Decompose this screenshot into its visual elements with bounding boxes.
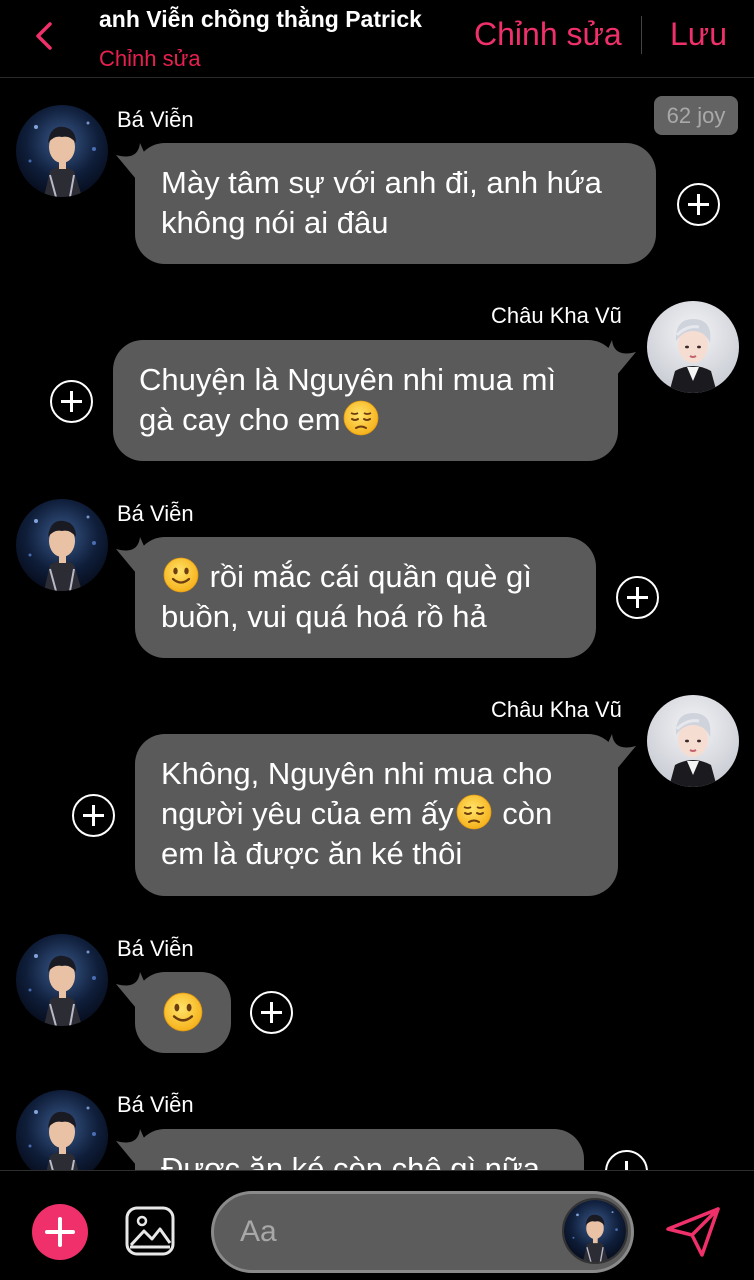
add-reaction-button[interactable] <box>50 380 93 423</box>
sender-name: Châu Kha Vũ <box>491 303 622 328</box>
avatar[interactable] <box>647 301 739 393</box>
send-button[interactable] <box>664 1205 722 1259</box>
sender-name: Châu Kha Vũ <box>491 697 622 722</box>
avatar-image <box>16 1090 108 1170</box>
character-avatar-button[interactable] <box>562 1198 628 1264</box>
sender-name: Bá Viễn <box>117 107 194 132</box>
add-reaction-button[interactable] <box>616 576 659 619</box>
message-list[interactable]: 62 joy Bá Viễn Mày tâm sự với anh đi, an… <box>0 79 754 1170</box>
avatar-image <box>16 105 108 197</box>
chat-title: anh Viễn chồng thằng Patrick <box>99 6 422 32</box>
avatar[interactable] <box>647 695 739 787</box>
avatar-image <box>16 499 108 591</box>
message-input-box <box>211 1191 634 1273</box>
slightly-smiling-face-emoji <box>163 992 203 1032</box>
composer-bar <box>0 1170 754 1280</box>
sender-name: Bá Viễn <box>117 1092 194 1117</box>
message-bubble[interactable]: Không, Nguyên nhi mua cho người yêu của … <box>135 734 618 896</box>
message-bubble[interactable]: rồi mắc cái quần què gì buồn, vui quá ho… <box>135 537 596 658</box>
chevron-left-icon <box>36 22 52 50</box>
avatar-image <box>16 934 108 1026</box>
avatar[interactable] <box>16 1090 108 1170</box>
message-bubble[interactable] <box>135 972 231 1053</box>
save-button[interactable]: Lưu <box>670 16 727 53</box>
chat-subtitle[interactable]: Chỉnh sửa <box>99 46 201 72</box>
plus-icon <box>45 1217 75 1247</box>
message-bubble[interactable]: Được ăn ké còn chê gì nữa <box>135 1129 584 1170</box>
avatar[interactable] <box>16 105 108 197</box>
back-button[interactable] <box>26 14 66 58</box>
send-icon <box>666 1207 720 1257</box>
edit-button[interactable]: Chỉnh sửa <box>474 16 622 53</box>
message-text: rồi mắc cái quần què gì buồn, vui quá ho… <box>161 559 532 634</box>
sender-name: Bá Viễn <box>117 501 194 526</box>
image-picker-button[interactable] <box>124 1205 176 1257</box>
top-bar: anh Viễn chồng thằng Patrick Chỉnh sửa C… <box>0 0 754 78</box>
image-icon <box>125 1206 175 1256</box>
sender-name: Bá Viễn <box>117 936 194 961</box>
avatar-image <box>647 301 739 393</box>
avatar-image <box>564 1200 626 1262</box>
message-bubble[interactable]: Mày tâm sự với anh đi, anh hứa không nói… <box>135 143 656 264</box>
message-bubble[interactable]: Chuyện là Nguyên nhi mua mì gà cay cho e… <box>113 340 618 461</box>
message-input[interactable] <box>240 1210 540 1254</box>
add-reaction-button[interactable] <box>677 183 720 226</box>
pensive-face-emoji <box>343 400 379 436</box>
add-reaction-button[interactable] <box>250 991 293 1034</box>
message-text: Mày tâm sự với anh đi, anh hứa không nói… <box>161 165 602 240</box>
slightly-smiling-face-emoji <box>163 557 199 593</box>
header-divider <box>641 16 642 54</box>
avatar[interactable] <box>16 499 108 591</box>
joy-badge: 62 joy <box>654 96 738 135</box>
add-reaction-button[interactable] <box>72 794 115 837</box>
message-text: Được ăn ké còn chê gì nữa <box>161 1151 540 1170</box>
chat-app: anh Viễn chồng thằng Patrick Chỉnh sửa C… <box>0 0 754 1280</box>
avatar-image <box>647 695 739 787</box>
avatar[interactable] <box>16 934 108 1026</box>
add-button[interactable] <box>32 1204 88 1260</box>
add-reaction-button[interactable] <box>605 1150 648 1170</box>
pensive-face-emoji <box>456 794 492 830</box>
